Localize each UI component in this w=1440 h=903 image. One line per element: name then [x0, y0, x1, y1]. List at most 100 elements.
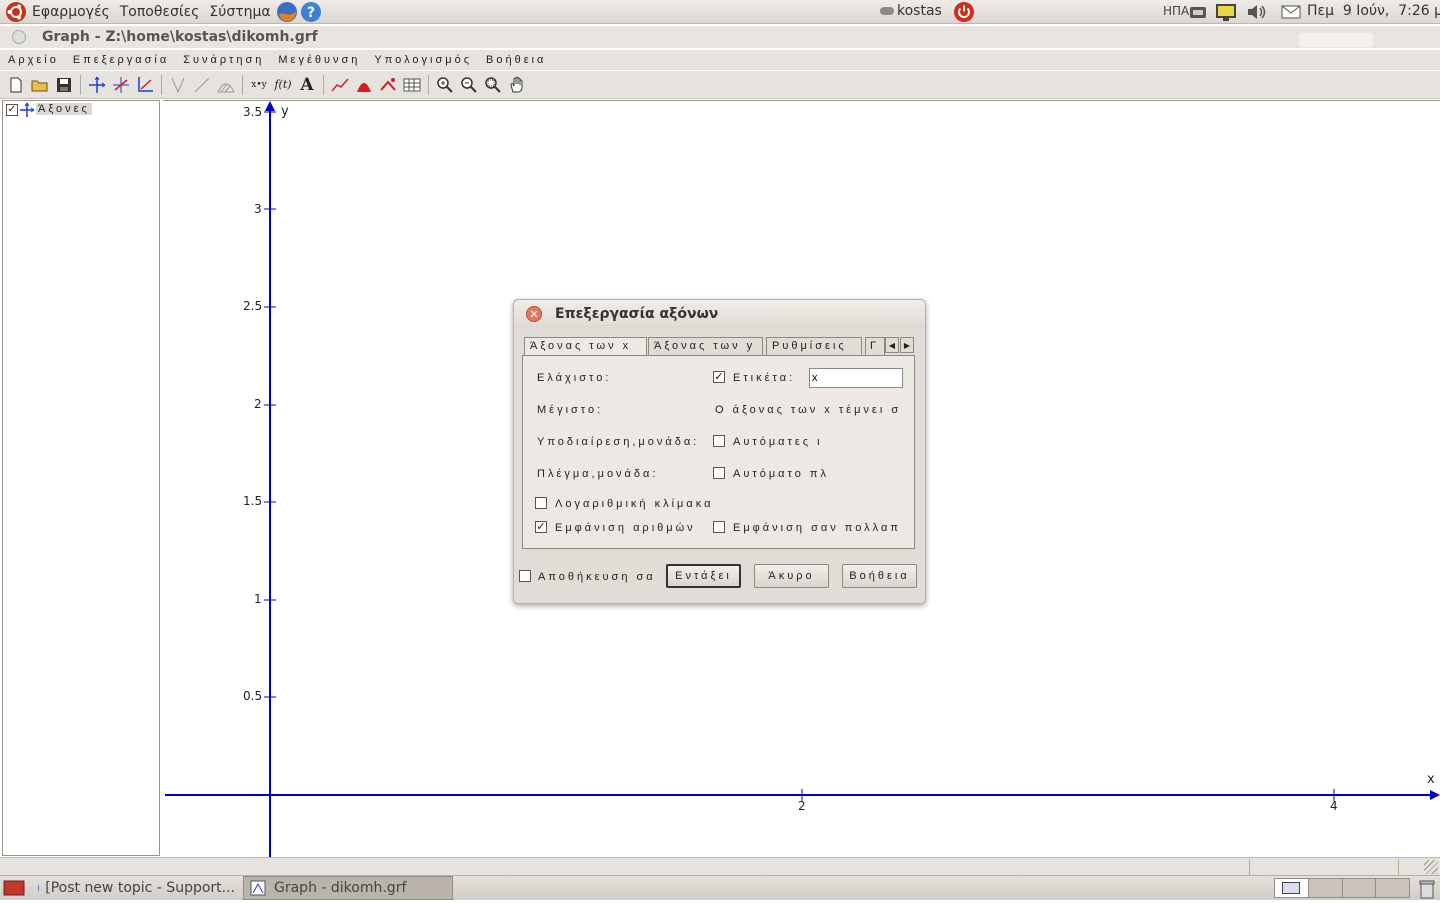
clock[interactable]: Πεμ 9 Ιούν, 7:26 μμ: [1307, 3, 1440, 19]
x-axis-label: x: [1427, 772, 1435, 787]
zoom-in-icon[interactable]: [433, 73, 457, 97]
tab-scroll-right-icon[interactable]: ▶: [900, 337, 914, 353]
subdivision-label: Υποδιαίρεση,μονάδα:: [537, 436, 700, 448]
element-tree-panel[interactable]: ✓ Άξονες: [2, 100, 160, 856]
y-tick-label: 3: [254, 202, 262, 216]
network-icon[interactable]: [1188, 2, 1208, 22]
user-name[interactable]: kostas: [897, 3, 942, 19]
dialog-title: Επεξεργασία αξόνων: [555, 306, 719, 322]
help-icon[interactable]: ?: [300, 1, 322, 23]
close-icon[interactable]: ✕: [526, 306, 542, 322]
axes-red-icon[interactable]: [109, 73, 133, 97]
toolbar-separator: [161, 74, 162, 95]
show-numbers-label: Εμφάνιση αριθμών: [555, 522, 696, 534]
show-as-multiples-label: Εμφάνιση σαν πολλαπ: [733, 522, 901, 534]
insert-shading-icon[interactable]: [214, 73, 238, 97]
shutdown-icon[interactable]: [953, 1, 975, 23]
tab-scroll-left-icon[interactable]: ◀: [885, 337, 899, 353]
show-numbers-checkbox[interactable]: ✓: [535, 521, 547, 533]
window-menu-icon[interactable]: [12, 30, 26, 44]
ubuntu-logo-icon[interactable]: [5, 1, 27, 23]
task-firefox-label: [Post new topic - Support...: [45, 880, 235, 896]
task-graph[interactable]: Graph - dikomh.grf: [243, 876, 453, 900]
new-file-icon[interactable]: [4, 73, 28, 97]
notification-monitor-icon[interactable]: [1215, 2, 1237, 22]
grid-label: Πλέγμα,μονάδα:: [537, 468, 659, 480]
status-divider: [1398, 859, 1399, 875]
system-menu[interactable]: Σύστημα: [204, 4, 275, 20]
help-button[interactable]: Βοήθεια: [842, 564, 917, 588]
edit-axes-dialog: ✕ Επεξεργασία αξόνων Άξονας των x Άξονας…: [513, 299, 926, 604]
auto-grid-label: Αυτόματο πλ: [733, 468, 829, 480]
show-as-multiples-checkbox[interactable]: [713, 521, 725, 533]
auto-grid-checkbox[interactable]: [713, 467, 725, 479]
window-titlebar-highlight: [1299, 33, 1373, 47]
table-icon[interactable]: [400, 73, 424, 97]
pan-hand-icon[interactable]: [505, 73, 529, 97]
axis-label-input[interactable]: [809, 368, 903, 388]
firefox-icon[interactable]: [276, 1, 298, 23]
save-as-default-checkbox[interactable]: [519, 570, 531, 582]
keyboard-layout-indicator[interactable]: ΗΠΑ: [1163, 4, 1189, 18]
places-menu[interactable]: Τοποθεσίες: [115, 4, 205, 20]
y-axis-label: y: [281, 104, 289, 119]
auto-tick-label: Αυτόματες ι: [733, 436, 823, 448]
zoom-window-icon[interactable]: [481, 73, 505, 97]
toolbar: x•y f(t) A: [0, 71, 1440, 99]
workspace-switcher[interactable]: [1274, 878, 1410, 898]
insert-trendline-icon[interactable]: [328, 73, 352, 97]
window-title-bar[interactable]: Graph - Z:\home\kostas\dikomh.grf: [0, 26, 1440, 48]
show-desktop-icon[interactable]: [1, 877, 27, 899]
svg-text:?: ?: [307, 5, 315, 21]
menu-edit[interactable]: Επεξεργασία: [73, 54, 169, 66]
tab-more[interactable]: Γ: [865, 337, 885, 355]
menu-file[interactable]: Αρχείο: [8, 54, 59, 66]
tab-y-axis[interactable]: Άξονας των y: [648, 337, 763, 355]
auto-tick-checkbox[interactable]: [713, 435, 725, 447]
tree-item-axes[interactable]: Άξονες: [36, 103, 92, 115]
workspace-2[interactable]: [1308, 879, 1343, 897]
menu-calculate[interactable]: Υπολογισμός: [374, 54, 472, 66]
menu-zoom[interactable]: Μεγέθυνση: [278, 54, 360, 66]
axes-edit-icon[interactable]: [133, 73, 157, 97]
y-tick-label: 0.5: [243, 689, 263, 703]
insert-point-series-icon[interactable]: [352, 73, 376, 97]
insert-label-icon[interactable]: A: [295, 73, 319, 97]
mail-icon[interactable]: [1281, 4, 1301, 20]
save-as-default-label: Αποθήκευση σα: [538, 571, 656, 583]
y-tick-label: 2: [254, 397, 262, 411]
log-scale-label: Λογαριθμική κλίμακα: [555, 498, 714, 510]
resize-grip-icon[interactable]: [1424, 860, 1438, 874]
insert-tangent-icon[interactable]: [190, 73, 214, 97]
insert-relation-icon[interactable]: f(t): [271, 73, 295, 97]
open-folder-icon[interactable]: [28, 73, 52, 97]
workspace-3[interactable]: [1342, 879, 1377, 897]
status-bar: [0, 857, 1440, 875]
applications-menu[interactable]: Εφαρμογές: [27, 4, 115, 20]
workspace-1[interactable]: [1275, 879, 1309, 897]
tab-settings[interactable]: Ρυθμίσεις: [766, 337, 862, 355]
graph-app-icon: [250, 880, 266, 896]
trash-icon[interactable]: [1419, 879, 1435, 903]
zoom-out-icon[interactable]: [457, 73, 481, 97]
insert-function-icon[interactable]: [166, 73, 190, 97]
insert-shade-icon[interactable]: [376, 73, 400, 97]
menubar: Αρχείο Επεξεργασία Συνάρτηση Μεγέθυνση Υ…: [0, 50, 1440, 70]
dialog-title-bar[interactable]: ✕ Επεξεργασία αξόνων: [514, 300, 925, 328]
y-tick-label: 1: [254, 592, 262, 606]
menu-function[interactable]: Συνάρτηση: [183, 54, 264, 66]
ok-button[interactable]: Εντάξει: [666, 564, 741, 588]
axes-visible-checkbox[interactable]: ✓: [6, 104, 18, 116]
cancel-button[interactable]: Άκυρο: [754, 564, 829, 588]
task-firefox[interactable]: [Post new topic - Support...: [31, 876, 241, 900]
menu-help[interactable]: Βοήθεια: [486, 54, 546, 66]
insert-series-icon[interactable]: x•y: [247, 73, 271, 97]
label-checkbox[interactable]: ✓: [713, 371, 725, 383]
save-icon[interactable]: [52, 73, 76, 97]
log-scale-checkbox[interactable]: [535, 497, 547, 509]
volume-icon[interactable]: [1246, 2, 1268, 22]
status-divider: [1249, 859, 1250, 875]
tab-x-axis[interactable]: Άξονας των x: [524, 337, 647, 356]
axes-icon[interactable]: [85, 73, 109, 97]
workspace-4[interactable]: [1376, 879, 1409, 897]
